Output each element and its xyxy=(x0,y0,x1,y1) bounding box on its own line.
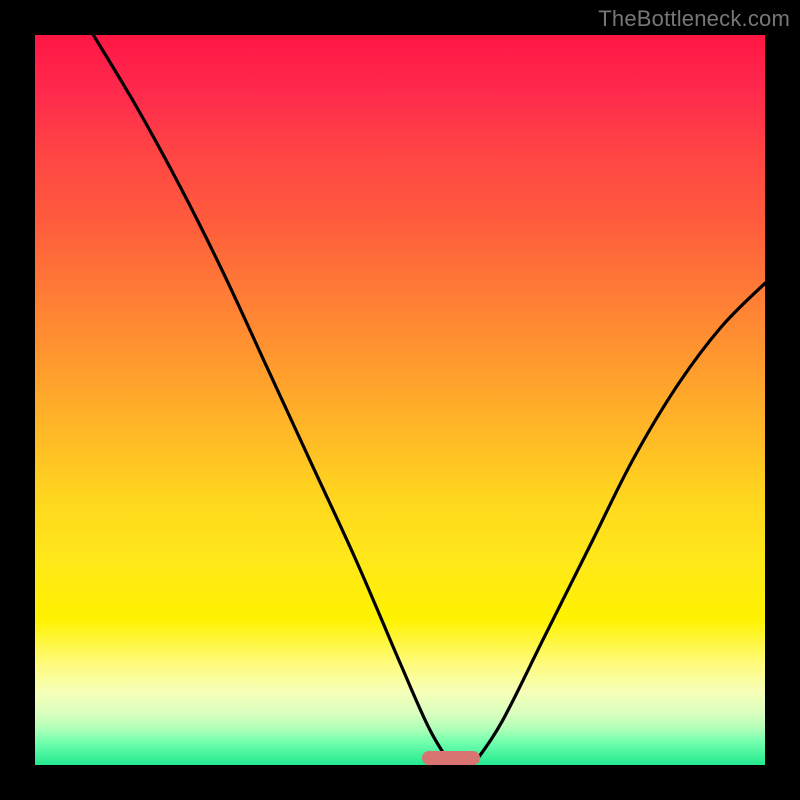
plot-area xyxy=(35,35,765,765)
watermark-text: TheBottleneck.com xyxy=(598,6,790,32)
floor-mark xyxy=(422,751,480,765)
right-curve xyxy=(473,283,765,765)
chart-container: TheBottleneck.com xyxy=(0,0,800,800)
curves-layer xyxy=(35,35,765,765)
left-curve xyxy=(93,35,451,765)
